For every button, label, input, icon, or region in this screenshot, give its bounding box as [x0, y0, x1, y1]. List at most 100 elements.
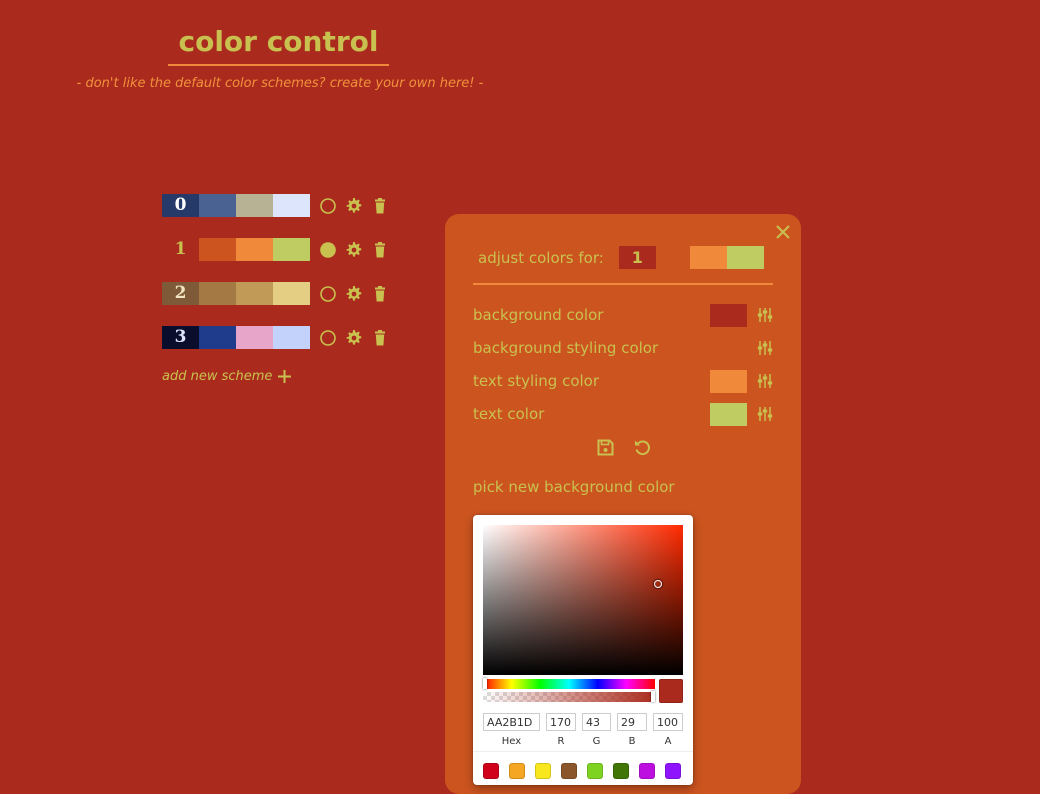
preset-swatch[interactable]: [665, 763, 681, 779]
color-setting-swatch: [710, 303, 747, 327]
color-setting-row: text color: [473, 402, 773, 426]
scheme-number: 3: [162, 326, 199, 349]
sliders-icon[interactable]: [757, 340, 773, 356]
scheme-actions: [320, 197, 388, 214]
color-setting-swatch: [710, 369, 747, 393]
r-input[interactable]: [546, 713, 576, 731]
undo-icon[interactable]: [634, 439, 651, 456]
scheme-preview-swatches: [690, 246, 764, 269]
g-field-group: G: [582, 713, 611, 747]
scheme-swatch: [199, 326, 236, 349]
scheme-actions: [320, 329, 388, 346]
scheme-swatch: [236, 194, 273, 217]
color-picker: Hex R G B A: [473, 515, 693, 785]
scheme-swatch: [199, 238, 236, 261]
b-input[interactable]: [617, 713, 647, 731]
adjust-scheme-number: 1: [618, 246, 656, 269]
pick-color-label: pick new background color: [473, 478, 675, 496]
page-subtitle: - don't like the default color schemes? …: [76, 76, 484, 91]
scheme-row: 1: [162, 238, 388, 261]
trash-icon[interactable]: [372, 197, 388, 214]
hex-input[interactable]: [483, 713, 540, 731]
sliders-icon[interactable]: [757, 307, 773, 323]
color-setting-swatch: [710, 402, 747, 426]
r-label: R: [557, 736, 565, 747]
preview-swatch: [727, 246, 764, 269]
r-field-group: R: [546, 713, 576, 747]
color-setting-label: text color: [473, 405, 545, 423]
scheme-row: 2: [162, 282, 388, 305]
preset-swatches: [473, 751, 693, 779]
preview-swatch: [690, 246, 727, 269]
scheme-number: 1: [162, 238, 199, 261]
b-field-group: B: [617, 713, 647, 747]
hue-slider-thumb[interactable]: [483, 678, 487, 689]
gear-icon[interactable]: [346, 241, 362, 258]
a-label: A: [664, 736, 672, 747]
g-label: G: [592, 736, 601, 747]
add-scheme-button[interactable]: add new scheme: [162, 369, 292, 384]
scheme-number: 0: [162, 194, 199, 217]
preset-swatch[interactable]: [509, 763, 525, 779]
b-label: B: [628, 736, 636, 747]
a-input[interactable]: [653, 713, 683, 731]
gear-icon[interactable]: [346, 285, 362, 302]
scheme-swatch: [273, 238, 310, 261]
hex-field-group: Hex: [483, 713, 540, 747]
preset-swatch[interactable]: [535, 763, 551, 779]
alpha-slider[interactable]: [483, 691, 655, 702]
gear-icon[interactable]: [346, 329, 362, 346]
scheme-swatch: [236, 282, 273, 305]
scheme-number: 2: [162, 282, 199, 305]
saturation-cursor[interactable]: [654, 580, 662, 588]
close-icon[interactable]: [775, 224, 791, 240]
color-setting-label: background styling color: [473, 339, 659, 357]
circle-filled-icon[interactable]: [320, 241, 336, 258]
sliders-icon[interactable]: [757, 406, 773, 422]
scheme-swatch: [236, 238, 273, 261]
color-fields: Hex R G B A: [483, 713, 683, 747]
scheme-row: 3: [162, 326, 388, 349]
a-field-group: A: [653, 713, 683, 747]
scheme-swatch: [273, 282, 310, 305]
save-icon[interactable]: [597, 439, 614, 456]
preset-swatch[interactable]: [639, 763, 655, 779]
current-color-preview: [659, 679, 683, 703]
trash-icon[interactable]: [372, 329, 388, 346]
scheme-actions: [320, 285, 388, 302]
g-input[interactable]: [582, 713, 611, 731]
scheme-swatch: [199, 282, 236, 305]
preset-swatch[interactable]: [613, 763, 629, 779]
panel-actions: [597, 439, 651, 456]
color-setting-row: text styling color: [473, 369, 773, 393]
color-setting-row: background color: [473, 303, 773, 327]
saturation-area[interactable]: [483, 525, 683, 675]
color-setting-label: text styling color: [473, 372, 600, 390]
color-setting-swatch: [710, 336, 747, 360]
circle-outline-icon[interactable]: [320, 197, 336, 214]
trash-icon[interactable]: [372, 285, 388, 302]
trash-icon[interactable]: [372, 241, 388, 258]
sliders-icon[interactable]: [757, 373, 773, 389]
preset-swatch[interactable]: [483, 763, 499, 779]
gear-icon[interactable]: [346, 197, 362, 214]
hex-label: Hex: [501, 736, 522, 747]
add-scheme-label: add new scheme: [162, 369, 273, 384]
plus-icon: [278, 370, 292, 383]
preset-swatch[interactable]: [561, 763, 577, 779]
circle-outline-icon[interactable]: [320, 329, 336, 346]
scheme-swatch: [273, 326, 310, 349]
divider: [473, 283, 773, 285]
hue-slider[interactable]: [483, 678, 655, 689]
alpha-slider-thumb[interactable]: [651, 691, 655, 702]
preset-swatch[interactable]: [587, 763, 603, 779]
adjust-header: adjust colors for: 1: [478, 246, 656, 269]
circle-outline-icon[interactable]: [320, 285, 336, 302]
adjust-label: adjust colors for:: [478, 248, 604, 267]
color-setting-label: background color: [473, 306, 604, 324]
page-title: color control: [168, 22, 389, 66]
color-setting-row: background styling color: [473, 336, 773, 360]
scheme-swatch: [199, 194, 236, 217]
scheme-swatch: [273, 194, 310, 217]
scheme-row: 0: [162, 194, 388, 217]
